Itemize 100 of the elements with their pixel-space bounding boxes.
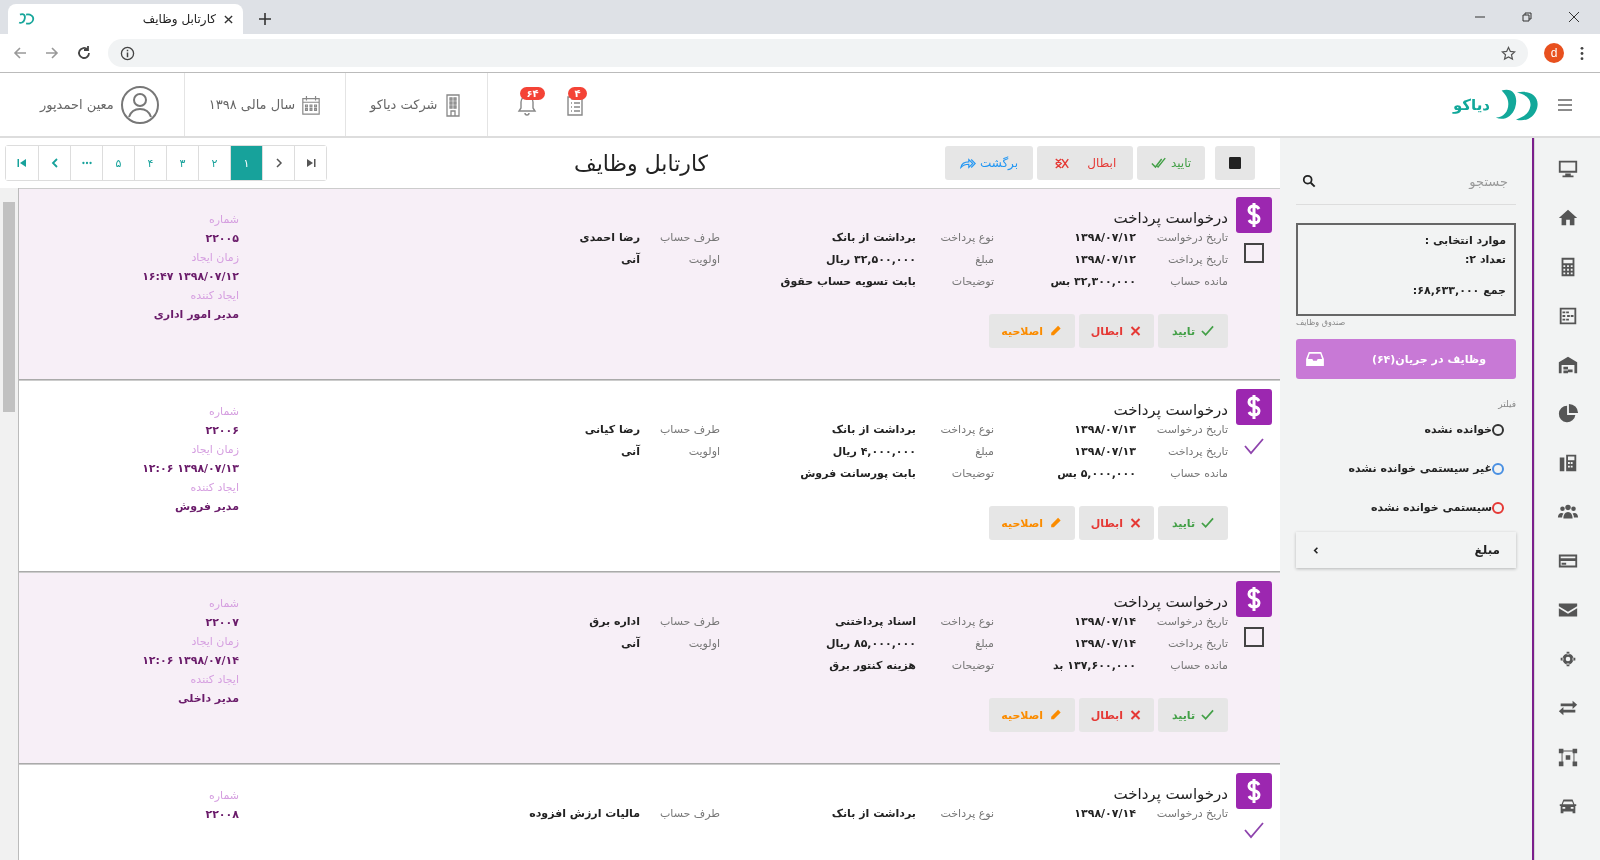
browser-tab[interactable]: کارتابل وظایف bbox=[8, 4, 243, 34]
new-tab-icon[interactable] bbox=[259, 13, 271, 25]
field-label: نوع پرداخت bbox=[939, 423, 994, 436]
header-icon-button[interactable]: ۴ bbox=[558, 89, 593, 120]
fiscal-year[interactable]: سال مالی ۱۳۹۸ bbox=[208, 97, 296, 112]
last-page-button[interactable] bbox=[294, 146, 326, 180]
approve-button[interactable]: تایید bbox=[1158, 698, 1228, 732]
select-all-button[interactable] bbox=[1215, 146, 1255, 180]
field-value: اسناد پرداختنی bbox=[833, 615, 916, 628]
dollar-icon bbox=[1236, 581, 1272, 617]
amount-filter[interactable]: مبلغ bbox=[1296, 532, 1516, 568]
checkbox[interactable] bbox=[1244, 627, 1264, 647]
meta-label: زمان ایجاد bbox=[191, 635, 239, 648]
field-value: آنی bbox=[619, 445, 640, 458]
scrollbar[interactable] bbox=[0, 188, 18, 860]
field-label: مانده حساب bbox=[1169, 275, 1228, 288]
share-arrow-icon bbox=[959, 156, 976, 170]
company-name[interactable]: شرکت دیاکو bbox=[370, 97, 438, 112]
field-label: تاریخ درخواست bbox=[1155, 615, 1228, 628]
inbox-button[interactable]: وظایف در جریان(۶۴) bbox=[1296, 339, 1516, 379]
field-value: ۱۳۹۸/۰۷/۱۲ bbox=[1073, 231, 1136, 244]
return-button[interactable]: برگشت bbox=[945, 146, 1033, 180]
count-badge: ۶۴ bbox=[520, 86, 545, 100]
filter-radio[interactable]: خوانده نشده bbox=[1424, 423, 1504, 436]
close-icon bbox=[1129, 517, 1142, 529]
meta-value: مدیر فروش bbox=[174, 500, 239, 513]
chevron-icon bbox=[273, 158, 284, 168]
field-value: ۴,۰۰۰,۰۰۰ ریال bbox=[831, 445, 916, 458]
field-value: رضا کیانی bbox=[583, 423, 640, 436]
meta-label: ایجاد کننده bbox=[190, 673, 239, 686]
check-icon bbox=[1201, 517, 1215, 529]
restore-icon[interactable] bbox=[1521, 11, 1533, 23]
double-x-icon bbox=[1053, 156, 1070, 170]
field-value: ۱۳۹۸/۰۷/۱۴ bbox=[1073, 637, 1136, 650]
user-avatar-icon[interactable] bbox=[119, 84, 160, 125]
back-icon[interactable] bbox=[12, 45, 28, 61]
meta-label: شماره bbox=[209, 597, 239, 610]
forward-icon[interactable] bbox=[44, 45, 60, 61]
filter-radio[interactable]: سیستمی خوانده نشده bbox=[1371, 501, 1504, 514]
meta-value: ۲۲۰۰۵ bbox=[205, 232, 239, 245]
close-icon[interactable] bbox=[1568, 11, 1580, 23]
cancel-button[interactable]: ابطال bbox=[1037, 146, 1133, 180]
field-value: ۳۲,۳۰۰,۰۰۰ بس bbox=[1049, 275, 1136, 288]
header-icon-button[interactable]: ۶۴ bbox=[510, 89, 545, 120]
field-label: طرف حساب bbox=[658, 231, 720, 244]
close-icon bbox=[1129, 325, 1142, 337]
field-label: اولویت bbox=[687, 445, 720, 458]
reload-icon[interactable] bbox=[76, 45, 92, 61]
field-label: مبلغ bbox=[974, 445, 994, 458]
close-icon[interactable] bbox=[224, 14, 233, 24]
network-icon[interactable] bbox=[1556, 746, 1579, 768]
page-title: کارتابل وظایف bbox=[572, 150, 710, 176]
field-label: تاریخ درخواست bbox=[1155, 423, 1228, 436]
field-value: ۱۳۷,۶۰۰,۰۰۰ بد bbox=[1051, 659, 1136, 672]
cancel-button[interactable]: ابطال bbox=[1078, 506, 1154, 540]
page-button[interactable]: ۱ bbox=[230, 146, 262, 180]
user-name[interactable]: معین احمدپور bbox=[40, 97, 114, 112]
meta-label: زمان ایجاد bbox=[191, 443, 239, 456]
star-icon[interactable] bbox=[1501, 45, 1516, 61]
field-label: تاریخ پرداخت bbox=[1166, 253, 1228, 266]
edit-button[interactable]: اصلاحیه bbox=[988, 698, 1075, 732]
field-label: تاریخ درخواست bbox=[1155, 807, 1228, 820]
meta-label: زمان ایجاد bbox=[191, 251, 239, 264]
field-label: مبلغ bbox=[974, 637, 994, 650]
approve-button[interactable]: تایید bbox=[1158, 314, 1228, 348]
field-label: اولویت bbox=[687, 253, 720, 266]
summary-line: جمع ۶۸,۶۳۳,۰۰۰: bbox=[1411, 283, 1506, 299]
edit-button[interactable]: اصلاحیه bbox=[988, 314, 1075, 348]
field-value: رضا احمدی bbox=[578, 231, 640, 244]
meta-label: شماره bbox=[209, 405, 239, 418]
menu-icon[interactable] bbox=[1580, 45, 1584, 61]
info-icon[interactable] bbox=[120, 45, 135, 61]
first-page-icon bbox=[17, 158, 27, 168]
cancel-button[interactable]: ابطال bbox=[1078, 698, 1154, 732]
field-value: آنی bbox=[619, 253, 640, 266]
edit-button[interactable]: اصلاحیه bbox=[988, 506, 1075, 540]
monitor-icon[interactable] bbox=[1556, 158, 1579, 180]
field-label: مانده حساب bbox=[1169, 467, 1228, 480]
approve-button[interactable]: تایید bbox=[1158, 506, 1228, 540]
warehouse-icon[interactable] bbox=[1556, 354, 1579, 376]
card-title: درخواست پرداخت bbox=[1112, 209, 1228, 227]
field-value: ۳۲,۵۰۰,۰۰۰ ریال bbox=[824, 253, 916, 266]
profile-avatar[interactable]: d bbox=[1544, 43, 1564, 63]
search-field[interactable]: جستجو bbox=[1316, 172, 1510, 190]
cancel-button[interactable]: ابطال bbox=[1078, 314, 1154, 348]
check-icon bbox=[1201, 709, 1215, 721]
meta-value: مدیر داخلی bbox=[178, 692, 239, 705]
pie-chart-icon[interactable] bbox=[1556, 403, 1579, 425]
filter-radio[interactable]: غیر سیستمی خوانده نشده bbox=[1348, 462, 1504, 475]
close-icon bbox=[1129, 709, 1142, 721]
meta-value: مدیر امور اداری bbox=[153, 308, 239, 321]
check-icon bbox=[1201, 325, 1215, 337]
summary-line: موارد انتخابی : bbox=[1423, 233, 1506, 249]
approve-button[interactable]: تایید bbox=[1137, 146, 1205, 180]
field-label: تاریخ پرداخت bbox=[1166, 637, 1228, 650]
search-icon[interactable] bbox=[1302, 174, 1316, 188]
meta-label: ایجاد کننده bbox=[190, 481, 239, 494]
field-value: برداشت از بانک bbox=[830, 423, 916, 436]
checkbox[interactable] bbox=[1244, 243, 1264, 263]
summary-line: تعداد ۲: bbox=[1463, 252, 1506, 268]
